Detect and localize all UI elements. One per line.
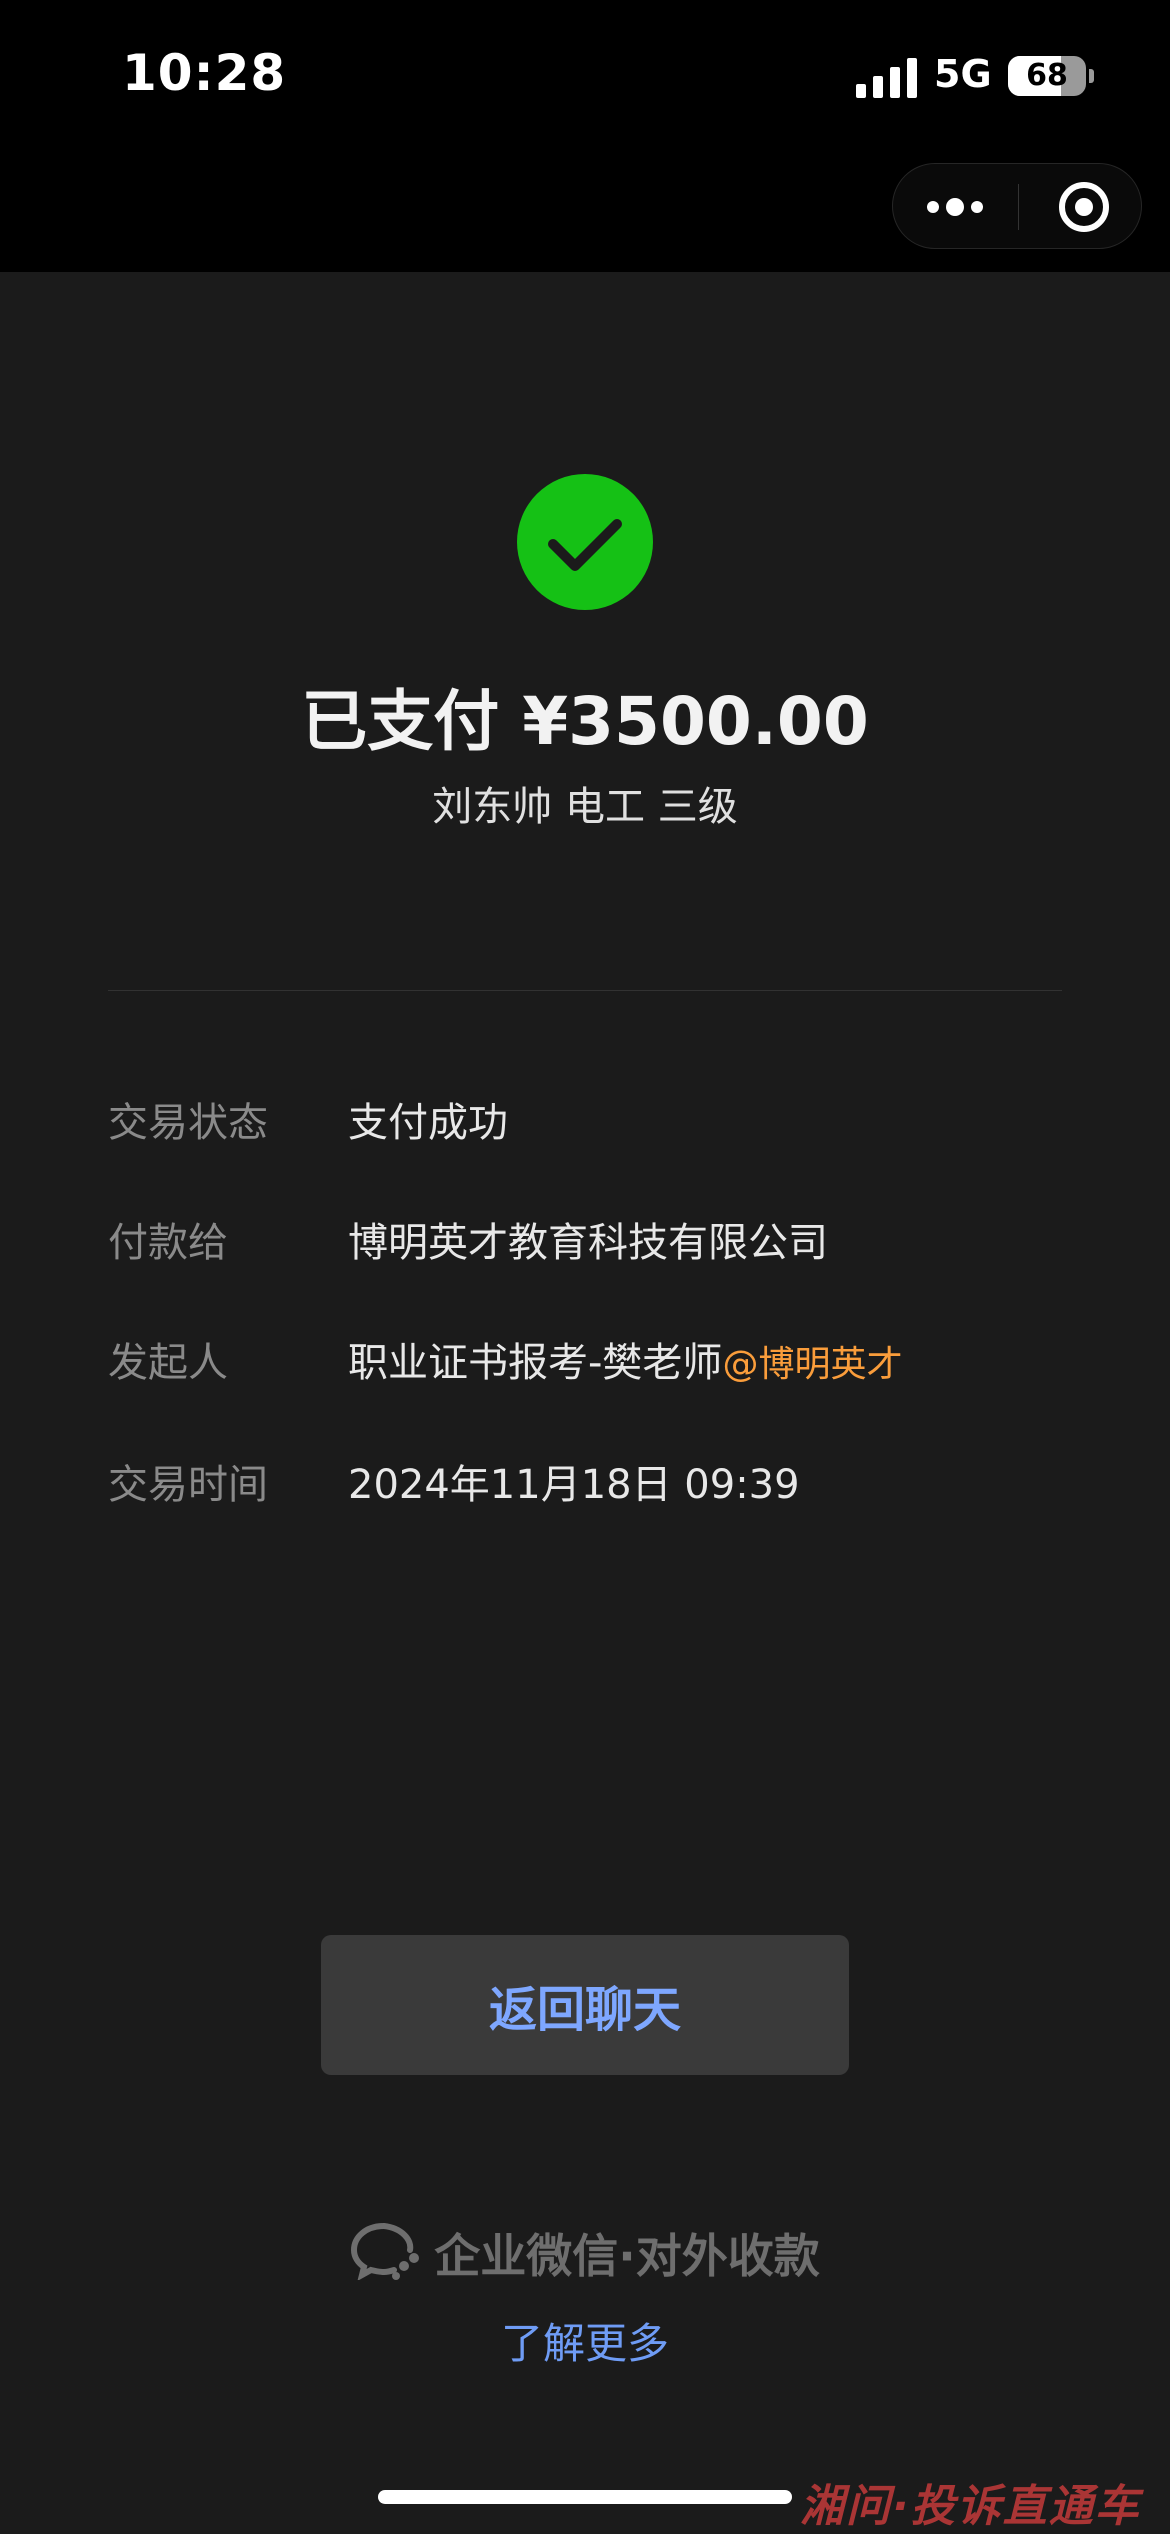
product-description: 刘东帅 电工 三级 [432, 784, 738, 830]
detail-value: 博明英才教育科技有限公司 [348, 1220, 828, 1266]
watermark-text: 湘问·投诉直通车 [800, 2481, 1141, 2532]
detail-value: 支付成功 [348, 1100, 508, 1146]
battery-tip [1089, 69, 1094, 83]
check-circle-icon [517, 474, 653, 610]
return-to-chat-button[interactable]: 返回聊天 [321, 1935, 849, 2075]
paid-amount: 已支付 ¥3500.00 [301, 683, 869, 760]
detail-label: 交易时间 [108, 1462, 268, 1508]
brand-footer: 企业微信·对外收款 [0, 2220, 1170, 2286]
status-time: 10:28 [122, 44, 287, 102]
capsule-divider [1018, 184, 1019, 230]
battery-percent: 68 [1026, 58, 1068, 93]
home-indicator[interactable] [378, 2490, 792, 2504]
detail-value: 2024年11月18日 09:39 [348, 1462, 800, 1508]
learn-more-link[interactable]: 了解更多 [0, 2310, 1170, 2371]
wecom-logo-icon [351, 2223, 420, 2280]
cellular-signal-icon [856, 58, 917, 98]
detail-label: 付款给 [108, 1220, 228, 1266]
top-bar: 10:28 5G 68 [0, 0, 1170, 272]
battery-icon: 68 [1008, 56, 1086, 96]
initiator-org-tag: @博明英才 [722, 1344, 903, 1385]
section-divider [108, 990, 1062, 991]
network-type: 5G [934, 52, 992, 96]
miniprogram-capsule [892, 163, 1142, 249]
target-circle-icon[interactable] [1057, 180, 1111, 234]
detail-label: 交易状态 [108, 1100, 268, 1146]
more-dots-icon[interactable] [925, 192, 985, 222]
detail-value: 职业证书报考-樊老师@博明英才 [348, 1340, 903, 1386]
detail-label: 发起人 [108, 1340, 228, 1386]
brand-text: 企业微信·对外收款 [434, 2229, 820, 2283]
